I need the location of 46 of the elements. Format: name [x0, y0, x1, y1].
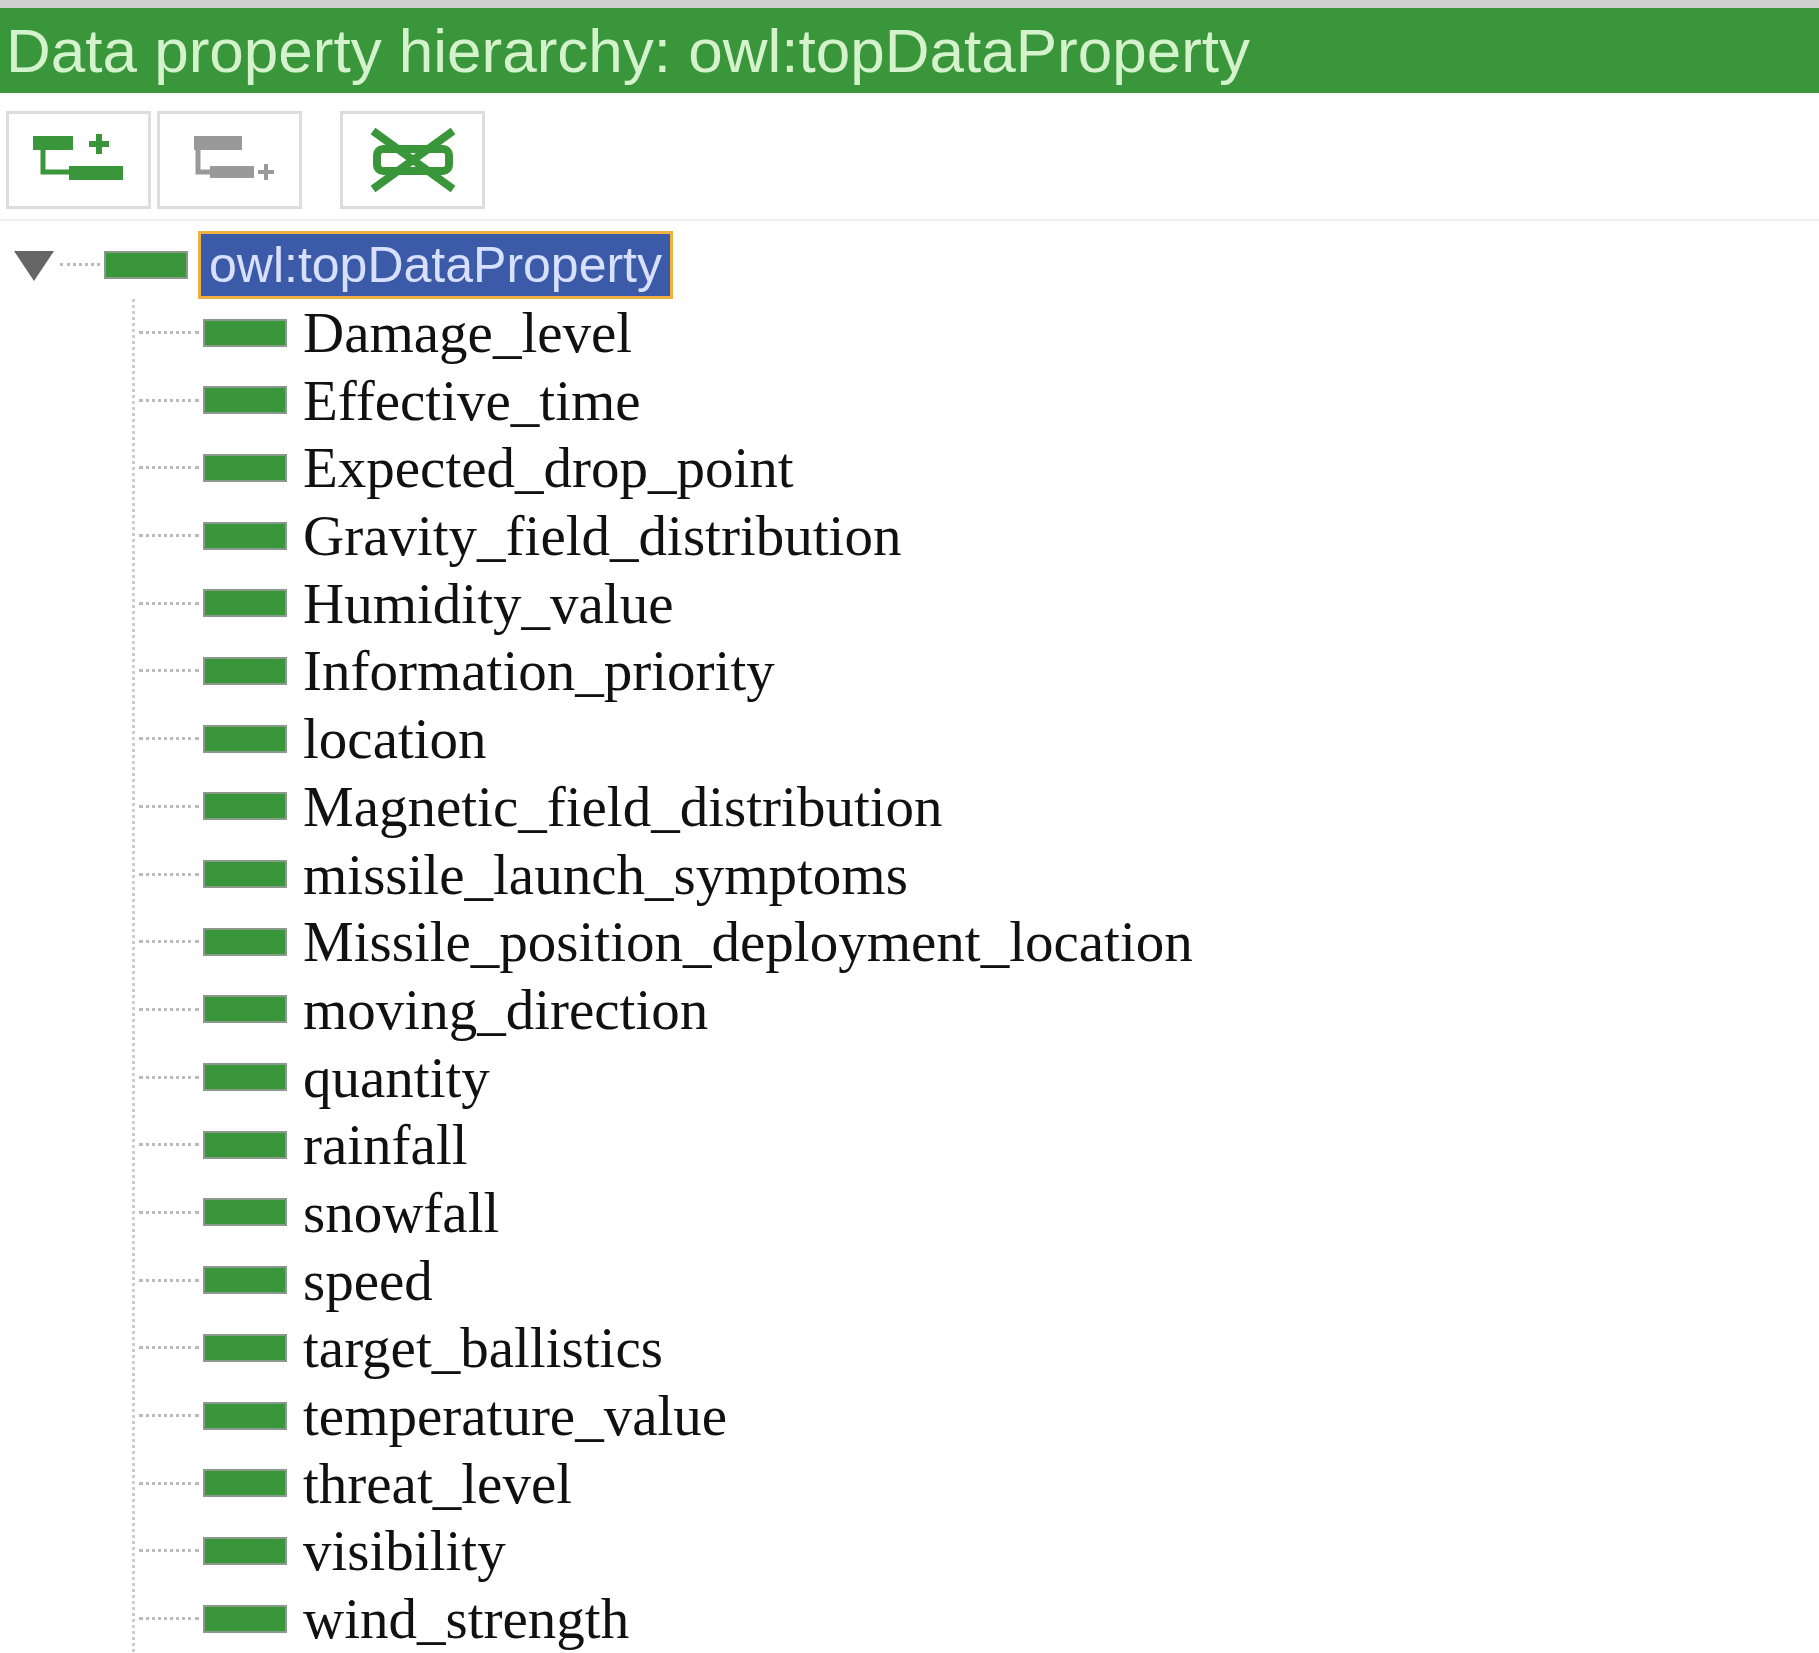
data-property-icon [203, 1130, 287, 1159]
tree-item[interactable]: moving_direction [303, 976, 709, 1042]
data-property-icon [203, 1469, 287, 1498]
data-property-icon [203, 1333, 287, 1362]
data-property-icon [203, 995, 287, 1024]
tree-item[interactable]: Expected_drop_point [303, 435, 794, 501]
data-property-icon [203, 521, 287, 550]
toolbar-button[interactable] [6, 111, 151, 209]
toolbar-button[interactable] [340, 111, 485, 209]
panel-title: Data property hierarchy: owl:topDataProperty [6, 15, 1251, 86]
tree-item[interactable]: wind_strength [303, 1586, 630, 1652]
tree-item[interactable]: snowfall [303, 1179, 500, 1245]
data-property-icon [203, 453, 287, 482]
data-property-icon [203, 1536, 287, 1565]
tree-item[interactable]: speed [303, 1247, 433, 1313]
tree-item[interactable]: target_ballistics [303, 1315, 663, 1381]
data-property-icon [203, 1266, 287, 1295]
data-property-icon [203, 1198, 287, 1227]
tree-item[interactable]: Missile_position_deployment_location [303, 909, 1193, 975]
tree-item[interactable]: location [303, 706, 487, 772]
data-property-icon [203, 1401, 287, 1430]
tree-item[interactable]: visibility [303, 1518, 506, 1584]
data-property-icon [203, 656, 287, 685]
tree-item[interactable]: Information_priority [303, 638, 775, 704]
toolbar-button[interactable] [157, 111, 302, 209]
data-property-icon [203, 386, 287, 415]
tree-item[interactable]: owl:topDataProperty [198, 230, 673, 299]
data-property-icon [104, 250, 188, 279]
tree-item[interactable]: threat_level [303, 1450, 573, 1516]
tree-item[interactable]: Gravity_field_distribution [303, 503, 902, 569]
data-property-icon [203, 792, 287, 821]
tree-item[interactable]: temperature_value [303, 1383, 728, 1449]
data-property-icon [203, 589, 287, 618]
data-property-icon [203, 1604, 287, 1633]
tree-item[interactable]: Effective_time [303, 367, 641, 433]
data-property-icon [203, 927, 287, 956]
tree-item[interactable]: Humidity_value [303, 570, 674, 636]
data-property-icon [203, 860, 287, 889]
tree-item[interactable]: missile_launch_symptoms [303, 841, 908, 907]
tree-item[interactable]: Magnetic_field_distribution [303, 773, 943, 839]
tree-item[interactable]: quantity [303, 1044, 490, 1110]
tree-item[interactable]: Damage_level [303, 300, 633, 366]
data-property-icon [203, 724, 287, 753]
data-property-icon [203, 318, 287, 347]
tree-item[interactable]: rainfall [303, 1112, 468, 1178]
data-property-icon [203, 1063, 287, 1092]
